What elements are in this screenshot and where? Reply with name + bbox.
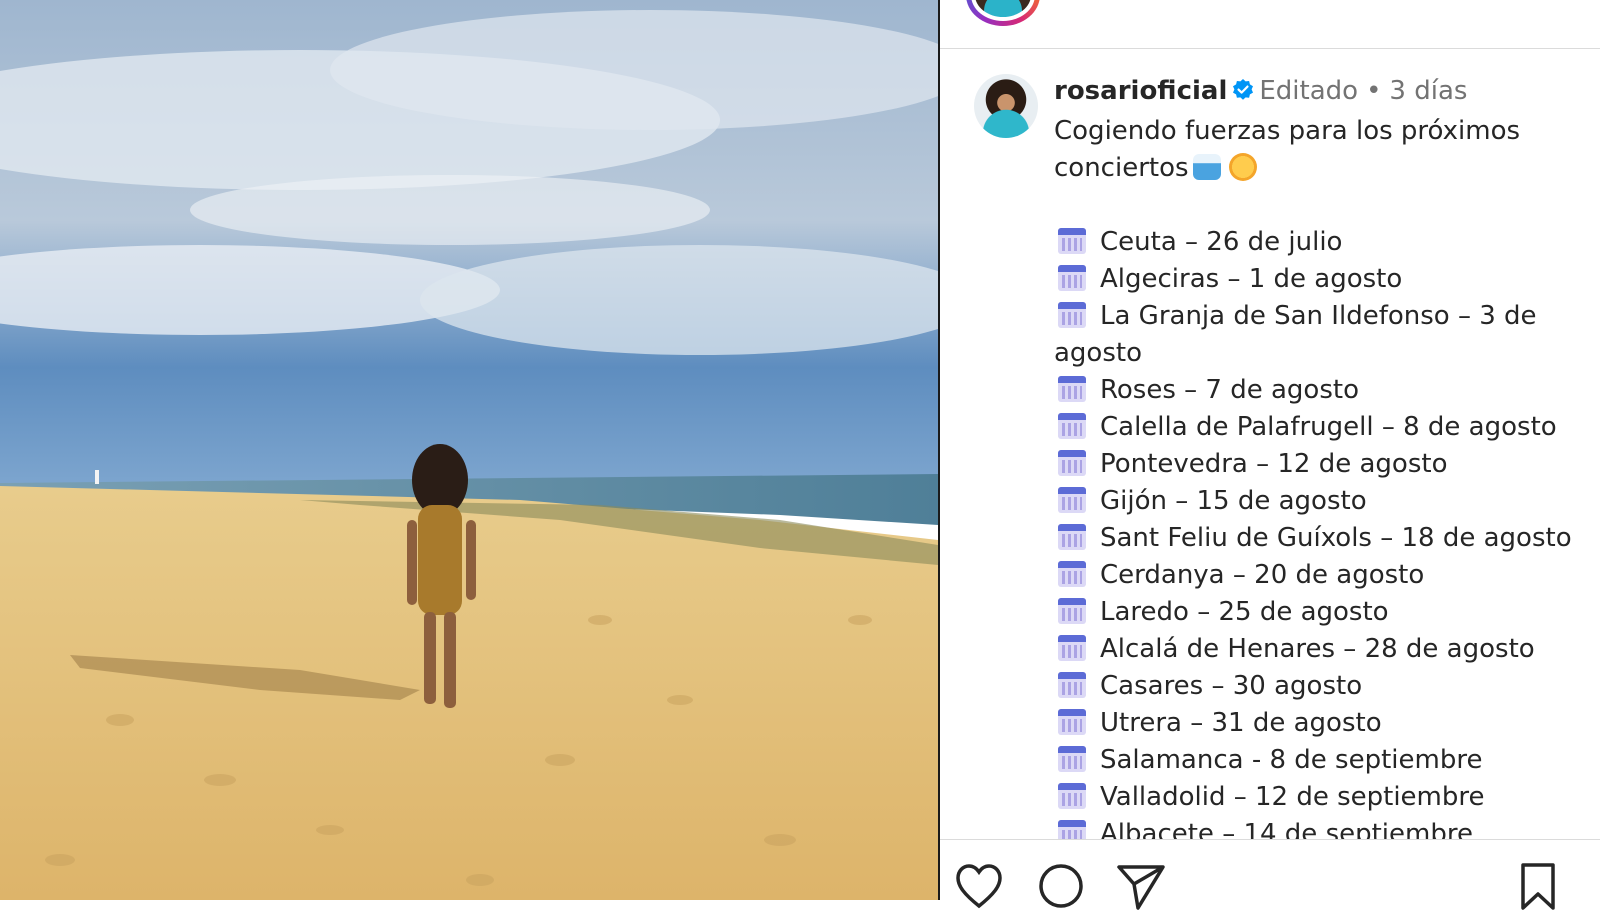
- header-avatar[interactable]: [966, 0, 1040, 26]
- concert-list-item-text: Cerdanya – 20 de agosto: [1100, 560, 1425, 590]
- concert-list-item: Valladolid – 12 de septiembre: [1054, 779, 1594, 816]
- verified-badge-icon: [1231, 76, 1255, 113]
- wave-emoji-icon: [1192, 154, 1221, 180]
- comment-icon: [1039, 864, 1083, 908]
- concert-list-item-text: Laredo – 25 de agosto: [1100, 597, 1389, 627]
- heart-icon: [956, 864, 1002, 909]
- caption-text-line: Cogiendo fuerzas para los próximos conci…: [1054, 113, 1594, 187]
- concert-list-item: Laredo – 25 de agosto: [1054, 594, 1594, 631]
- caption-text: Cogiendo fuerzas para los próximos conci…: [1054, 116, 1521, 183]
- beach-photo: [0, 0, 938, 900]
- calendar-icon: [1058, 450, 1086, 476]
- concert-list-item-text: Gijón – 15 de agosto: [1100, 486, 1367, 516]
- actions-divider: [940, 839, 1600, 840]
- author-avatar[interactable]: [974, 74, 1038, 138]
- calendar-icon: [1058, 561, 1086, 587]
- calendar-icon: [1058, 672, 1086, 698]
- post-photo[interactable]: [0, 0, 938, 900]
- concert-list-item: Casares – 30 agosto: [1054, 668, 1594, 705]
- bookmark-icon: [1521, 863, 1555, 910]
- calendar-icon: [1058, 709, 1086, 735]
- concert-list-item: Roses – 7 de agosto: [1054, 372, 1594, 409]
- calendar-icon: [1058, 783, 1086, 809]
- meta-separator: •: [1366, 76, 1382, 106]
- save-button[interactable]: [1518, 862, 1568, 912]
- concert-list-item: Sant Feliu de Guíxols – 18 de agosto: [1054, 520, 1594, 557]
- calendar-icon: [1058, 635, 1086, 661]
- concert-list-item: Albacete – 14 de septiembre: [1054, 816, 1594, 839]
- instagram-post-view: rosarioficial Editado • 3 días Cogiendo fue…: [0, 0, 1600, 910]
- concert-list-item-text: Ceuta – 26 de julio: [1100, 227, 1343, 257]
- concert-list-item-text: Albacete – 14 de septiembre: [1100, 819, 1473, 839]
- concert-list-item: Calella de Palafrugell – 8 de agosto: [1054, 409, 1594, 446]
- post-time[interactable]: 3 días: [1389, 76, 1467, 106]
- sun-emoji-icon: [1228, 153, 1257, 181]
- concert-list-item-text: Roses – 7 de agosto: [1100, 375, 1359, 405]
- concert-list-item-text: Casares – 30 agosto: [1100, 671, 1363, 701]
- concert-list-item: Alcalá de Henares – 28 de agosto: [1054, 631, 1594, 668]
- concert-list-item: Ceuta – 26 de julio: [1054, 224, 1594, 261]
- concert-list-item: Utrera – 31 de agosto: [1054, 705, 1594, 742]
- concert-list-item: La Granja de San Ildefonso – 3 de agosto: [1054, 298, 1594, 372]
- concert-list-item-text: Calella de Palafrugell – 8 de agosto: [1100, 412, 1557, 442]
- concert-list-item-text: Pontevedra – 12 de agosto: [1100, 449, 1448, 479]
- calendar-icon: [1058, 487, 1086, 513]
- concert-list-item-text: La Granja de San Ildefonso – 3 de agosto: [1054, 301, 1537, 368]
- caption-scroll-area[interactable]: rosarioficial Editado • 3 días Cogiendo fue…: [940, 49, 1600, 839]
- concert-list-item: Gijón – 15 de agosto: [1054, 483, 1594, 520]
- calendar-icon: [1058, 820, 1086, 839]
- concert-list: Ceuta – 26 de julio Algeciras – 1 de agos…: [1054, 224, 1594, 839]
- comment-button[interactable]: [1036, 862, 1086, 912]
- author-username[interactable]: rosarioficial: [1054, 76, 1227, 106]
- concert-list-item: Algeciras – 1 de agosto: [1054, 261, 1594, 298]
- post-header: [940, 0, 1600, 49]
- like-button[interactable]: [954, 862, 1004, 912]
- calendar-icon: [1058, 302, 1086, 328]
- calendar-icon: [1058, 524, 1086, 550]
- concert-list-item: Pontevedra – 12 de agosto: [1054, 446, 1594, 483]
- concert-list-item-text: Sant Feliu de Guíxols – 18 de agosto: [1100, 523, 1572, 553]
- calendar-icon: [1058, 376, 1086, 402]
- post-side-panel: rosarioficial Editado • 3 días Cogiendo fue…: [940, 0, 1600, 910]
- send-icon: [1117, 865, 1165, 910]
- calendar-icon: [1058, 228, 1086, 254]
- concert-list-item-text: Utrera – 31 de agosto: [1100, 708, 1382, 738]
- concert-list-item-text: Salamanca - 8 de septiembre: [1100, 745, 1483, 775]
- concert-list-item: Cerdanya – 20 de agosto: [1054, 557, 1594, 594]
- concert-list-item: Salamanca - 8 de septiembre: [1054, 742, 1594, 779]
- concert-list-item-text: Algeciras – 1 de agosto: [1100, 264, 1403, 294]
- caption-block: rosarioficial Editado • 3 días Cogiendo fue…: [1054, 73, 1594, 839]
- calendar-icon: [1058, 598, 1086, 624]
- concert-list-item-text: Alcalá de Henares – 28 de agosto: [1100, 634, 1535, 664]
- calendar-icon: [1058, 265, 1086, 291]
- share-button[interactable]: [1116, 862, 1166, 912]
- edited-label: Editado: [1259, 76, 1359, 106]
- calendar-icon: [1058, 413, 1086, 439]
- calendar-icon: [1058, 746, 1086, 772]
- concert-list-item-text: Valladolid – 12 de septiembre: [1100, 782, 1485, 812]
